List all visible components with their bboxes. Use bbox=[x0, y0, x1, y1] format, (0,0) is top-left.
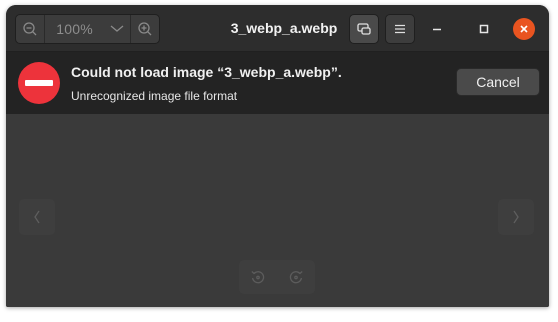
chevron-down-icon bbox=[109, 24, 125, 34]
header-bar[interactable]: 100% 3_webp_a.webp bbox=[6, 5, 549, 52]
fullscreen-icon bbox=[356, 21, 372, 37]
zoom-out-icon bbox=[22, 21, 38, 37]
zoom-out-button[interactable] bbox=[16, 15, 44, 43]
error-title: Could not load image “3_webp_a.webp”. bbox=[71, 64, 342, 80]
rotate-right-icon bbox=[288, 269, 304, 285]
maximize-button[interactable] bbox=[473, 18, 495, 40]
zoom-in-icon bbox=[137, 21, 153, 37]
zoom-menu-button[interactable] bbox=[104, 15, 130, 43]
error-detail: Unrecognized image file format bbox=[71, 89, 238, 103]
window-title: 3_webp_a.webp bbox=[230, 20, 338, 36]
hamburger-menu-icon bbox=[393, 23, 407, 35]
rotate-controls bbox=[239, 260, 315, 294]
minimize-button[interactable] bbox=[426, 18, 448, 40]
rotate-left-button[interactable] bbox=[241, 260, 275, 294]
zoom-in-button[interactable] bbox=[131, 15, 159, 43]
chevron-left-icon bbox=[32, 209, 42, 225]
rotate-left-icon bbox=[250, 269, 266, 285]
maximize-icon bbox=[478, 23, 490, 35]
image-canvas[interactable] bbox=[6, 114, 549, 307]
chevron-right-icon bbox=[511, 209, 521, 225]
rotate-right-button[interactable] bbox=[279, 260, 313, 294]
error-icon bbox=[18, 62, 60, 104]
error-infobar: Could not load image “3_webp_a.webp”. Un… bbox=[6, 52, 549, 114]
image-viewer-window: 100% 3_webp_a.webp Could not load image … bbox=[6, 5, 549, 307]
main-menu-button[interactable] bbox=[385, 14, 415, 44]
zoom-control-group: 100% bbox=[15, 14, 160, 44]
previous-image-button[interactable] bbox=[19, 199, 55, 235]
close-button[interactable] bbox=[513, 18, 535, 40]
fullscreen-button[interactable] bbox=[349, 14, 379, 44]
close-icon bbox=[518, 23, 530, 35]
next-image-button[interactable] bbox=[498, 199, 534, 235]
zoom-level-value[interactable]: 100% bbox=[45, 15, 105, 43]
cancel-button[interactable]: Cancel bbox=[456, 68, 540, 96]
minimize-icon bbox=[431, 23, 443, 35]
